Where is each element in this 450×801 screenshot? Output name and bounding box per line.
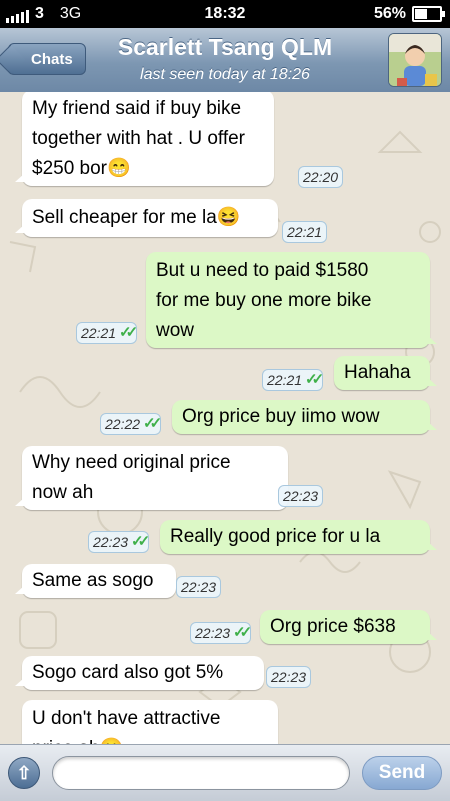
status-bar: 3 3G 18:32 56%	[0, 0, 450, 28]
message-text: Why need original price now ah	[32, 452, 231, 503]
message-list[interactable]: My friend said if buy bike together with…	[0, 92, 450, 744]
battery-group: 56%	[373, 5, 445, 23]
message-text: Hahaha	[344, 362, 411, 383]
message-timestamp: 22:21 ✓✓	[262, 369, 324, 391]
message-text: U don't have attractive price ah😀	[32, 708, 221, 744]
timestamp-text: 22:23	[93, 534, 129, 550]
incoming-message[interactable]: Why need original price now ah	[15, 446, 288, 510]
incoming-message[interactable]: U don't have attractive price ah😀	[22, 700, 278, 744]
contact-avatar[interactable]	[388, 33, 442, 87]
outgoing-message[interactable]: But u need to paid $1580 for me buy one …	[146, 252, 437, 348]
message-text: Org price buy iimo wow	[182, 406, 380, 427]
battery-level	[415, 9, 427, 19]
send-button-label: Send	[378, 762, 426, 783]
message-timestamp: 22:20	[298, 166, 344, 188]
timestamp-text: 22:21	[287, 224, 323, 240]
message-text: My friend said if buy bike together with…	[32, 98, 245, 179]
timestamp-text: 22:23	[283, 488, 319, 504]
timestamp-text: 22:23	[181, 579, 217, 595]
message-text: Same as sogo	[32, 570, 154, 591]
contact-name[interactable]: Scarlett Tsang QLM	[80, 34, 370, 61]
last-seen-status: last seen today at 18:26	[140, 66, 310, 83]
outgoing-message[interactable]: Really good price for u la	[160, 520, 437, 554]
double-check-icon: ✓✓	[305, 371, 324, 388]
timestamp-text: 22:23	[271, 669, 307, 685]
message-input[interactable]	[52, 756, 350, 790]
chat-header: Chats Scarlett Tsang QLM last seen today…	[0, 28, 450, 93]
incoming-message[interactable]: Same as sogo	[15, 564, 176, 598]
timestamp-text: 22:21	[81, 325, 117, 341]
double-check-icon: ✓✓	[131, 533, 150, 550]
incoming-message[interactable]: Sogo card also got 5%	[15, 656, 264, 690]
message-text: Sell cheaper for me la😆	[32, 207, 241, 228]
message-timestamp: 22:21 ✓✓	[76, 322, 138, 344]
double-check-icon: ✓✓	[143, 415, 162, 432]
message-timestamp: 22:23	[176, 576, 222, 598]
back-button-label: Chats	[31, 51, 73, 68]
upload-arrow-icon: ⇧	[16, 763, 32, 783]
double-check-icon: ✓✓	[233, 624, 252, 641]
message-text: Sogo card also got 5%	[32, 662, 224, 683]
message-text: Org price $638	[270, 616, 396, 637]
timestamp-text: 22:22	[105, 416, 141, 432]
outgoing-message[interactable]: Org price $638	[260, 610, 437, 644]
incoming-message[interactable]: My friend said if buy bike together with…	[15, 92, 274, 186]
outgoing-message[interactable]: Org price buy iimo wow	[172, 400, 437, 434]
timestamp-text: 22:20	[303, 169, 339, 185]
compose-bar: ⇧ Send	[0, 744, 450, 801]
message-timestamp: 22:23 ✓✓	[190, 622, 252, 644]
double-check-icon: ✓✓	[119, 324, 138, 341]
battery-icon	[412, 6, 445, 22]
message-text: Really good price for u la	[170, 526, 381, 547]
attach-button[interactable]: ⇧	[8, 757, 40, 789]
battery-percent: 56%	[373, 5, 406, 22]
message-timestamp: 22:23	[266, 666, 312, 688]
message-timestamp: 22:23 ✓✓	[88, 531, 150, 553]
message-text: But u need to paid $1580 for me buy one …	[156, 260, 372, 341]
send-button[interactable]: Send	[362, 756, 442, 790]
timestamp-text: 22:21	[267, 372, 303, 388]
incoming-message[interactable]: Sell cheaper for me la😆	[15, 199, 278, 237]
message-timestamp: 22:23	[278, 485, 324, 507]
message-timestamp: 22:21	[282, 221, 328, 243]
message-timestamp: 22:22 ✓✓	[100, 413, 162, 435]
back-to-chats-button[interactable]: Chats	[8, 43, 86, 75]
outgoing-message[interactable]: Hahaha	[334, 356, 437, 390]
timestamp-text: 22:23	[195, 625, 231, 641]
